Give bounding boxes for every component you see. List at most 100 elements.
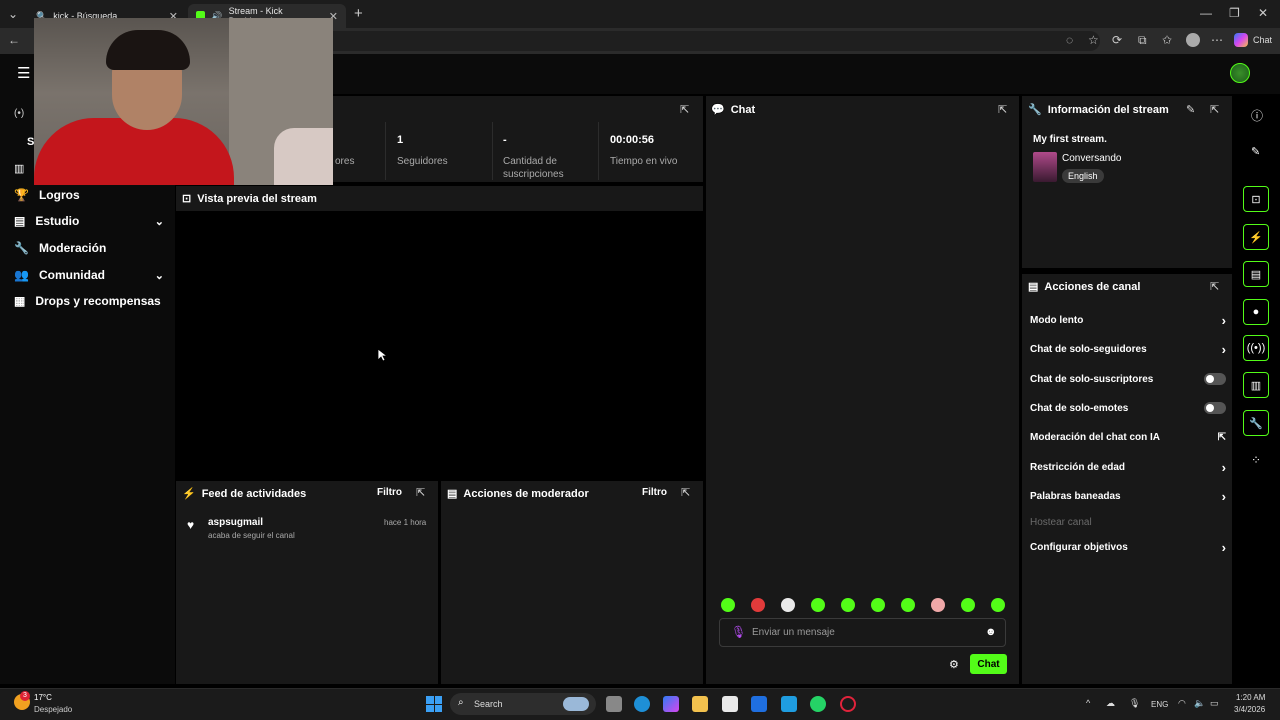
chevron-up-icon[interactable]: ^ <box>1086 698 1090 708</box>
favorite-icon[interactable]: ☆ <box>1088 33 1099 47</box>
stream-preview-video[interactable] <box>176 211 703 477</box>
preview-toggle-icon[interactable]: ⊡ <box>1243 186 1269 212</box>
apps-icon[interactable]: ⁘ <box>1251 453 1261 467</box>
broadcast-icon[interactable]: (•) <box>14 108 24 119</box>
age-restriction-button[interactable]: Restricción de edad › <box>1030 459 1226 475</box>
info-icon[interactable]: ⓘ <box>1251 107 1263 124</box>
opera-icon[interactable] <box>840 696 856 712</box>
task-view-icon[interactable] <box>606 696 622 712</box>
sidebar-item-label: Moderación <box>38 241 107 255</box>
emote-icon[interactable] <box>781 598 795 612</box>
reader-icon[interactable]: ◌ <box>1066 33 1073 47</box>
followers-only-button[interactable]: Chat de solo-seguidores › <box>1030 341 1226 357</box>
teams-icon[interactable] <box>781 696 797 712</box>
channel-icon[interactable]: ▥ <box>1243 372 1269 398</box>
sidebar-item-drops[interactable]: ▦ Drops y recompensas <box>14 290 164 312</box>
stat-viewers-label: ores <box>335 156 355 167</box>
language-indicator[interactable]: ENG <box>1151 700 1168 709</box>
emote-icon[interactable] <box>871 598 885 612</box>
edge-icon[interactable] <box>634 696 650 712</box>
emote-icon[interactable] <box>961 598 975 612</box>
new-tab-icon[interactable]: + <box>354 5 363 22</box>
microphone-icon[interactable]: 🎙 <box>1129 698 1140 709</box>
taskbar-date[interactable]: 3/4/2026 <box>1234 705 1265 714</box>
emote-icon[interactable] <box>811 598 825 612</box>
wrench-icon[interactable]: 🔧 <box>1243 410 1269 436</box>
broadcast-icon[interactable]: ((•)) <box>1243 335 1269 361</box>
category-thumbnail[interactable] <box>1033 152 1057 182</box>
feed-filter-button[interactable]: Filtro <box>377 487 402 498</box>
stat-live-time-label: Tiempo en vivo <box>610 156 678 167</box>
analytics-icon[interactable]: ▥ <box>14 162 24 175</box>
whatsapp-icon[interactable] <box>810 696 826 712</box>
subs-only-toggle[interactable] <box>1204 373 1226 385</box>
emoji-icon[interactable]: ☻ <box>985 626 997 638</box>
profile-avatar[interactable] <box>1186 33 1200 47</box>
emotes-only-toggle[interactable] <box>1204 402 1226 414</box>
split-icon[interactable]: ⧉ <box>1138 33 1147 48</box>
collections-icon[interactable]: ✩ <box>1162 33 1172 47</box>
windows-start-icon[interactable] <box>426 696 442 712</box>
preview-title-text: Vista previa del stream <box>197 192 317 205</box>
chat-bubble-icon: 💬 <box>711 104 725 116</box>
emote-icon[interactable] <box>721 598 735 612</box>
store-icon[interactable] <box>722 696 738 712</box>
onedrive-icon[interactable]: ☁ <box>1106 698 1115 709</box>
copilot-label[interactable]: Chat <box>1253 35 1272 45</box>
emote-icon[interactable] <box>991 598 1005 612</box>
menu-icon[interactable]: ☰ <box>17 64 30 82</box>
sidebar-item-comunidad[interactable]: 👥 Comunidad ⌄ <box>14 264 164 286</box>
extensions-icon[interactable]: ⟳ <box>1112 33 1122 47</box>
popout-icon[interactable]: ⇱ <box>680 103 689 116</box>
chat-send-button[interactable]: Chat <box>970 654 1007 674</box>
microphone-icon[interactable]: 🎙 <box>731 625 746 639</box>
host-channel-button[interactable]: Hostear canal <box>1030 514 1226 530</box>
user-avatar[interactable] <box>1230 63 1250 83</box>
more-icon[interactable]: ⋯ <box>1211 33 1223 47</box>
goals-button[interactable]: Configurar objetivos › <box>1030 539 1226 555</box>
ai-moderation-button[interactable]: Moderación del chat con IA ⇱ <box>1030 429 1226 445</box>
edit-icon[interactable]: ✎ <box>1186 103 1195 116</box>
taskbar-time[interactable]: 1:20 AM <box>1236 693 1265 702</box>
lightning-icon[interactable]: ⚡ <box>1243 224 1269 250</box>
popout-icon[interactable]: ⇱ <box>681 486 690 499</box>
edit-icon[interactable]: ✎ <box>1251 145 1260 158</box>
webcam-overlay[interactable] <box>34 18 333 185</box>
clipboard-icon[interactable]: ▤ <box>1243 261 1269 287</box>
wifi-icon[interactable]: ◠ <box>1178 698 1186 709</box>
copilot-icon[interactable] <box>663 696 679 712</box>
banned-words-button[interactable]: Palabras baneadas › <box>1030 488 1226 504</box>
minimize-icon[interactable]: — <box>1200 6 1212 20</box>
emote-icon[interactable] <box>931 598 945 612</box>
popout-icon[interactable]: ⇱ <box>416 486 425 499</box>
popout-icon[interactable]: ⇱ <box>1210 103 1219 116</box>
tab-list-icon[interactable]: ⌄ <box>8 7 18 21</box>
chat-bubble-icon[interactable]: ● <box>1243 299 1269 325</box>
quick-emotes-row <box>721 598 1005 612</box>
back-icon[interactable]: ← <box>8 33 20 47</box>
stat-subs-label: Cantidad de <box>503 156 557 167</box>
sidebar-item-logros[interactable]: 🏆 Logros <box>14 184 164 206</box>
mod-filter-button[interactable]: Filtro <box>642 487 667 498</box>
battery-icon[interactable]: ▭ <box>1210 698 1219 709</box>
emote-icon[interactable] <box>751 598 765 612</box>
file-explorer-icon[interactable] <box>692 696 708 712</box>
maximize-icon[interactable]: ❐ <box>1229 6 1240 20</box>
stream-category[interactable]: Conversando <box>1062 153 1121 164</box>
emote-icon[interactable] <box>901 598 915 612</box>
sidebar-item-moderacion[interactable]: 🔧 Moderación <box>14 237 164 259</box>
gear-icon[interactable]: ⚙ <box>949 658 959 671</box>
volume-icon[interactable]: 🔈 <box>1194 698 1205 709</box>
window-close-icon[interactable]: ✕ <box>1258 6 1268 20</box>
popout-icon[interactable]: ⇱ <box>998 103 1007 116</box>
emote-icon[interactable] <box>841 598 855 612</box>
feed-item-user[interactable]: aspsugmail <box>208 517 263 528</box>
popout-icon[interactable]: ⇱ <box>1210 280 1219 293</box>
slow-mode-button[interactable]: Modo lento › <box>1030 312 1226 328</box>
copilot-icon[interactable] <box>1234 33 1248 47</box>
preview-icon: ⊡ <box>182 193 192 205</box>
sidebar-item-label: Logros <box>38 188 80 202</box>
chat-title: 💬 Chat <box>711 103 755 117</box>
dropbox-icon[interactable] <box>751 696 767 712</box>
sidebar-item-estudio[interactable]: ▤ Estudio ⌄ <box>14 210 164 232</box>
